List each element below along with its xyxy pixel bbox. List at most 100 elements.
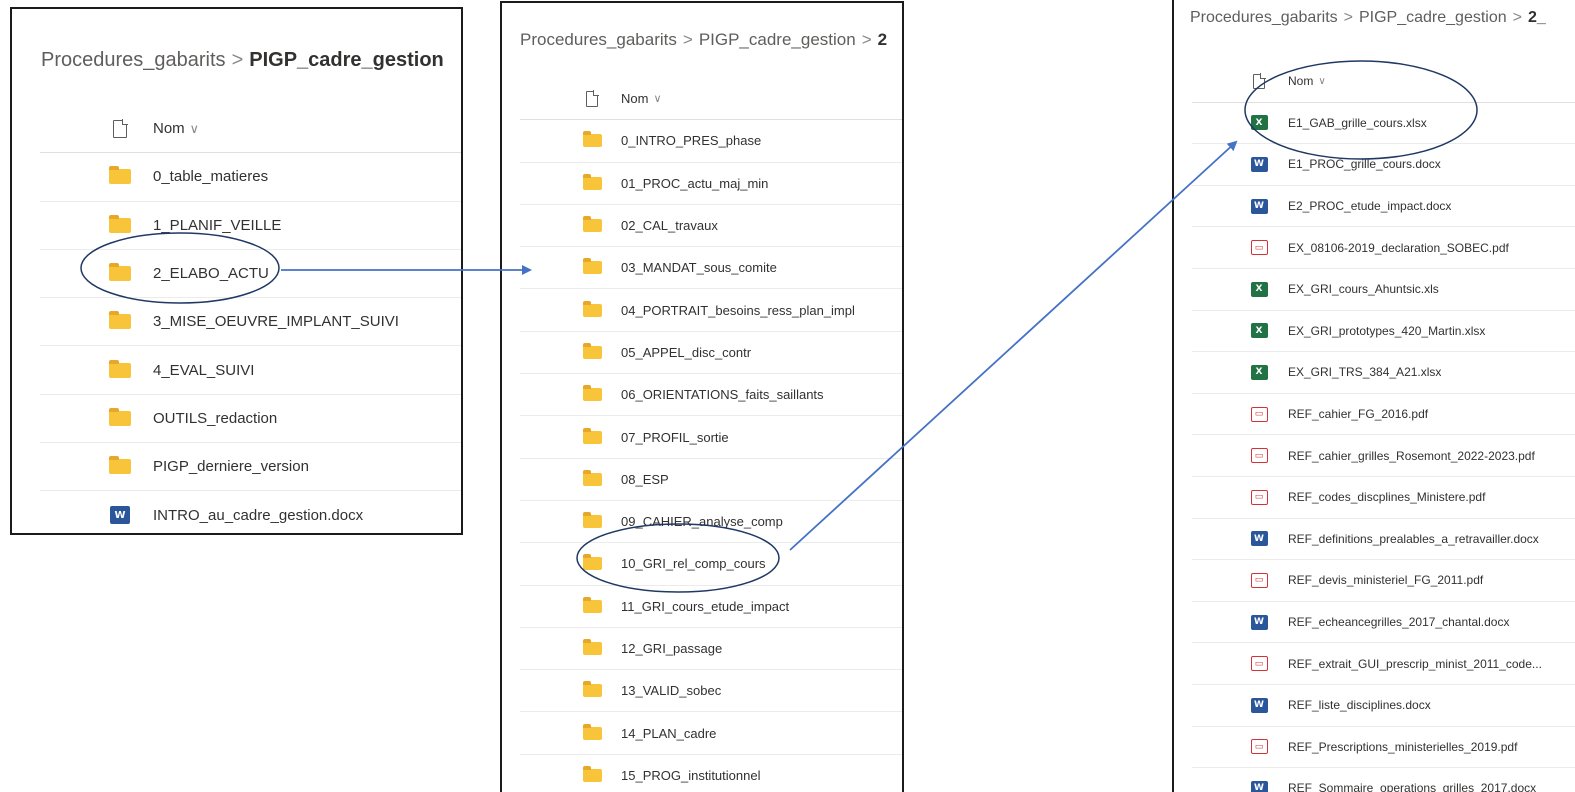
item-icon-cell: X (1250, 323, 1268, 339)
folder-row[interactable]: PIGP_derniere_version (40, 443, 461, 492)
item-name[interactable]: REF_extrait_GUI_prescrip_minist_2011_cod… (1288, 657, 1542, 671)
item-name[interactable]: 13_VALID_sobec (621, 683, 721, 698)
file-row[interactable]: ▭ EX_08106-2019_declaration_SOBEC.pdf (1192, 227, 1575, 269)
item-name[interactable]: 15_PROG_institutionnel (621, 768, 760, 783)
item-name[interactable]: 04_PORTRAIT_besoins_ress_plan_impl (621, 303, 855, 318)
file-row[interactable]: W REF_liste_disciplines.docx (1192, 685, 1575, 727)
folder-row[interactable]: 12_GRI_passage (520, 628, 902, 671)
folder-row[interactable]: 15_PROG_institutionnel (520, 755, 902, 792)
file-row[interactable]: W INTRO_au_cadre_gestion.docx (40, 491, 461, 533)
folder-row[interactable]: 06_ORIENTATIONS_faits_saillants (520, 374, 902, 417)
folder-row[interactable]: 02_CAL_travaux (520, 205, 902, 248)
file-row[interactable]: X EX_GRI_cours_Ahuntsic.xls (1192, 269, 1575, 311)
item-name[interactable]: 1_PLANIF_VEILLE (153, 217, 281, 234)
folder-row[interactable]: 1_PLANIF_VEILLE (40, 202, 461, 250)
file-row[interactable]: ▭ REF_extrait_GUI_prescrip_minist_2011_co… (1192, 643, 1575, 685)
item-icon-cell (108, 214, 132, 233)
item-name[interactable]: EX_GRI_cours_Ahuntsic.xls (1288, 282, 1439, 296)
item-name[interactable]: 05_APPEL_disc_contr (621, 345, 751, 360)
folder-row[interactable]: 10_GRI_rel_comp_cours (520, 543, 902, 586)
folder-icon (582, 385, 602, 402)
item-name[interactable]: 11_GRI_cours_etude_impact (621, 599, 789, 614)
folder-row[interactable]: 13_VALID_sobec (520, 670, 902, 713)
item-name[interactable]: PIGP_derniere_version (153, 458, 309, 475)
folder-row[interactable]: 08_ESP (520, 459, 902, 501)
file-row[interactable]: X E1_GAB_grille_cours.xlsx (1192, 103, 1575, 145)
item-name[interactable]: EX_GRI_prototypes_420_Martin.xlsx (1288, 324, 1485, 338)
file-row[interactable]: W REF_Sommaire_operations_grilles_2017.do… (1192, 768, 1575, 792)
file-type-header (582, 90, 602, 107)
item-name[interactable]: 06_ORIENTATIONS_faits_saillants (621, 387, 824, 402)
file-row[interactable]: W E1_PROC_grille_cours.docx (1192, 144, 1575, 186)
item-name[interactable]: 08_ESP (621, 472, 669, 487)
item-name[interactable]: REF_echeancegrilles_2017_chantal.docx (1288, 615, 1509, 629)
file-row[interactable]: X EX_GRI_TRS_384_A21.xlsx (1192, 352, 1575, 394)
item-name[interactable]: 10_GRI_rel_comp_cours (621, 556, 766, 571)
item-name[interactable]: REF_cahier_FG_2016.pdf (1288, 407, 1428, 421)
item-name[interactable]: EX_GRI_TRS_384_A21.xlsx (1288, 365, 1441, 379)
column-header-name[interactable]: Nom ∨ (1192, 61, 1575, 103)
folder-row[interactable]: 01_PROC_actu_maj_min (520, 163, 902, 205)
folder-row[interactable]: 07_PROFIL_sortie (520, 416, 902, 459)
breadcrumb-parent[interactable]: Procedures_gabarits (520, 30, 677, 49)
item-name[interactable]: E1_PROC_grille_cours.docx (1288, 157, 1441, 171)
item-name[interactable]: 01_PROC_actu_maj_min (621, 176, 768, 191)
file-row[interactable]: ▭ REF_cahier_FG_2016.pdf (1192, 394, 1575, 436)
item-name[interactable]: 14_PLAN_cadre (621, 726, 716, 741)
folder-row[interactable]: OUTILS_redaction (40, 395, 461, 444)
item-name[interactable]: 0_table_matieres (153, 168, 268, 185)
item-name[interactable]: REF_liste_disciplines.docx (1288, 698, 1431, 712)
folder-row[interactable]: 11_GRI_cours_etude_impact (520, 586, 902, 628)
file-row[interactable]: W REF_echeancegrilles_2017_chantal.docx (1192, 602, 1575, 644)
item-name[interactable]: REF_cahier_grilles_Rosemont_2022-2023.pd… (1288, 449, 1535, 463)
item-icon-cell (582, 765, 602, 782)
item-name[interactable]: 03_MANDAT_sous_comite (621, 260, 777, 275)
folder-icon (582, 173, 602, 190)
column-header-name[interactable]: Nom ∨ (520, 78, 902, 121)
folder-row[interactable]: 2_ELABO_ACTU (40, 250, 461, 299)
item-name[interactable]: REF_definitions_prealables_a_retravaille… (1288, 532, 1539, 546)
folder-row[interactable]: 09_CAHIER_analyse_comp (520, 501, 902, 544)
item-name[interactable]: 02_CAL_travaux (621, 218, 718, 233)
item-name[interactable]: REF_Sommaire_operations_grilles_2017.doc… (1288, 781, 1536, 792)
item-name[interactable]: 12_GRI_passage (621, 641, 722, 656)
file-row[interactable]: ▭ REF_codes_discplines_Ministere.pdf (1192, 477, 1575, 519)
file-row[interactable]: ▭ REF_Prescriptions_ministerielles_2019.p… (1192, 727, 1575, 769)
item-name[interactable]: REF_devis_ministeriel_FG_2011.pdf (1288, 573, 1483, 587)
item-name[interactable]: INTRO_au_cadre_gestion.docx (153, 507, 363, 524)
item-icon-cell (582, 681, 602, 698)
folder-row[interactable]: 14_PLAN_cadre (520, 712, 902, 755)
file-row[interactable]: ▭ REF_devis_ministeriel_FG_2011.pdf (1192, 560, 1575, 602)
item-name[interactable]: 0_INTRO_PRES_phase (621, 133, 761, 148)
file-row[interactable]: W E2_PROC_etude_impact.docx (1192, 186, 1575, 228)
item-name[interactable]: E2_PROC_etude_impact.docx (1288, 199, 1451, 213)
item-name[interactable]: REF_codes_discplines_Ministere.pdf (1288, 490, 1485, 504)
folder-row[interactable]: 3_MISE_OEUVRE_IMPLANT_SUIVI (40, 298, 461, 347)
breadcrumb-parent[interactable]: Procedures_gabarits (41, 49, 226, 71)
folder-row[interactable]: 0_table_matieres (40, 153, 461, 202)
item-name[interactable]: EX_08106-2019_declaration_SOBEC.pdf (1288, 241, 1509, 255)
item-name[interactable]: OUTILS_redaction (153, 410, 277, 427)
folder-row[interactable]: 04_PORTRAIT_besoins_ress_plan_impl (520, 289, 902, 332)
item-name[interactable]: 3_MISE_OEUVRE_IMPLANT_SUIVI (153, 313, 399, 330)
folder-row[interactable]: 4_EVAL_SUIVI (40, 346, 461, 395)
file-row[interactable]: W REF_definitions_prealables_a_retravaill… (1192, 519, 1575, 561)
item-name[interactable]: REF_Prescriptions_ministerielles_2019.pd… (1288, 740, 1517, 754)
item-name[interactable]: E1_GAB_grille_cours.xlsx (1288, 116, 1427, 130)
folder-row[interactable]: 0_INTRO_PRES_phase (520, 120, 902, 163)
column-header-name[interactable]: Nom ∨ (40, 105, 461, 154)
breadcrumb-middle[interactable]: PIGP_cadre_gestion (1359, 9, 1507, 26)
word-file-icon: W (1250, 198, 1268, 214)
item-name[interactable]: 4_EVAL_SUIVI (153, 362, 254, 379)
folder-row[interactable]: 05_APPEL_disc_contr (520, 332, 902, 375)
file-row[interactable]: ▭ REF_cahier_grilles_Rosemont_2022-2023.p… (1192, 435, 1575, 477)
item-name[interactable]: 2_ELABO_ACTU (153, 265, 269, 282)
item-name[interactable]: 07_PROFIL_sortie (621, 430, 729, 445)
word-file-icon: W (1250, 697, 1268, 713)
folder-row[interactable]: 03_MANDAT_sous_comite (520, 247, 902, 290)
file-row[interactable]: X EX_GRI_prototypes_420_Martin.xlsx (1192, 311, 1575, 353)
breadcrumb-parent[interactable]: Procedures_gabarits (1190, 9, 1338, 26)
breadcrumb-middle[interactable]: PIGP_cadre_gestion (699, 30, 856, 49)
item-name[interactable]: 09_CAHIER_analyse_comp (621, 514, 783, 529)
folder-icon (109, 456, 131, 475)
